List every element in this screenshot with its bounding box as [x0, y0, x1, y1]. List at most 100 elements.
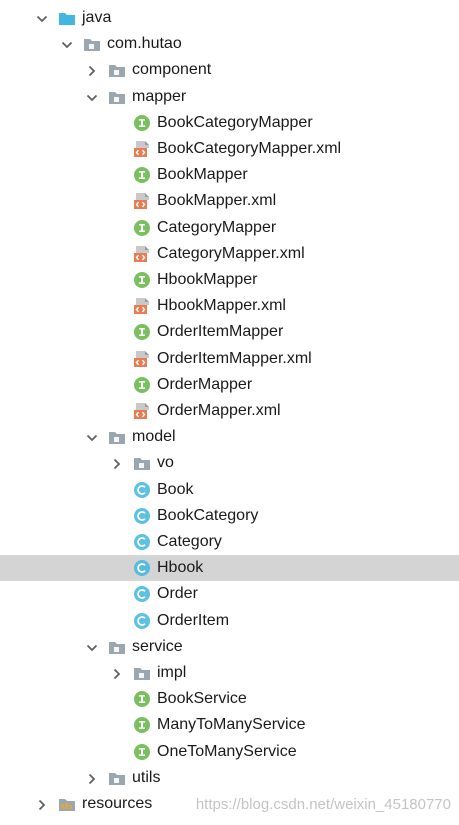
interface-icon [133, 690, 151, 708]
tree-node-label: HbookMapper [157, 271, 258, 288]
interface-icon [133, 271, 151, 289]
package-icon [133, 454, 151, 472]
interface-icon [133, 219, 151, 237]
chevron-right-icon[interactable] [111, 457, 123, 470]
package-icon [108, 428, 126, 446]
chevron-down-icon[interactable] [86, 431, 98, 443]
tree-node-label: BookService [157, 690, 247, 708]
tree-node-ordermapper-xml[interactable]: OrderMapper.xml [0, 398, 459, 424]
class-icon [133, 585, 151, 603]
class-icon [133, 612, 151, 630]
tree-node-label: Book [157, 480, 194, 498]
class-icon [133, 481, 151, 499]
tree-node-model[interactable]: model [0, 424, 459, 450]
tree-node-orderitemmapper[interactable]: OrderItemMapper [0, 319, 459, 345]
tree-node-utils[interactable]: utils [0, 765, 459, 791]
tree-node-order[interactable]: Order [0, 581, 459, 607]
tree-node-manytomanyservice[interactable]: ManyToManyService [0, 712, 459, 738]
tree-node-book[interactable]: Book [0, 477, 459, 503]
tree-node-category[interactable]: Category [0, 529, 459, 555]
xml-file-icon [133, 297, 151, 315]
tree-node-label: ManyToManyService [157, 716, 306, 734]
chevron-right-icon[interactable] [86, 772, 98, 784]
xml-file-icon [133, 192, 151, 210]
tree-node-label: utils [132, 768, 161, 786]
xml-file-icon [133, 402, 151, 420]
chevron-right-icon[interactable] [111, 667, 123, 680]
tree-node-label: BookMapper [157, 166, 248, 184]
xml-file-icon [133, 245, 151, 263]
tree-node-label: OneToManyService [157, 742, 297, 760]
package-icon [133, 664, 151, 682]
tree-node-label: model [132, 428, 176, 446]
tree-node-bookcategorymapper[interactable]: BookCategoryMapper [0, 110, 459, 136]
interface-icon [133, 323, 151, 341]
source-folder-icon [58, 9, 76, 27]
chevron-right-icon[interactable] [86, 64, 98, 77]
chevron-down-icon[interactable] [61, 38, 73, 50]
tree-node-hbook[interactable]: Hbook [0, 555, 459, 582]
tree-node-orderitemmapper-xml[interactable]: OrderItemMapper.xml [0, 346, 459, 372]
package-icon [108, 769, 126, 787]
chevron-down-icon[interactable] [86, 91, 98, 103]
resources-folder-icon [58, 795, 76, 813]
tree-node-label: vo [157, 454, 174, 472]
tree-node-bookcategorymapper-xml[interactable]: BookCategoryMapper.xml [0, 136, 459, 162]
package-icon [108, 638, 126, 656]
class-icon [133, 507, 151, 525]
tree-node-label: Order [157, 585, 198, 603]
chevron-right-icon[interactable] [36, 798, 48, 811]
tree-node-bookservice[interactable]: BookService [0, 686, 459, 712]
xml-file-icon [133, 140, 151, 158]
tree-node-label: impl [157, 664, 187, 681]
package-icon [108, 61, 126, 79]
tree-node-label: CategoryMapper [157, 218, 277, 236]
interface-icon [133, 166, 151, 184]
tree-node-label: BookMapper.xml [157, 192, 277, 210]
tree-node-hbookmapper[interactable]: HbookMapper [0, 267, 459, 293]
tree-node-label: resources [82, 795, 153, 812]
tree-node-mapper[interactable]: mapper [0, 84, 459, 110]
tree-node-label: BookCategoryMapper.xml [157, 140, 342, 157]
tree-node-orderitem[interactable]: OrderItem [0, 608, 459, 634]
tree-node-vo[interactable]: vo [0, 450, 459, 476]
watermark: https://blog.csdn.net/weixin_45180770 [195, 796, 451, 813]
tree-node-label: OrderItemMapper.xml [157, 349, 312, 367]
tree-node-bookmapper[interactable]: BookMapper [0, 162, 459, 188]
interface-icon [133, 716, 151, 734]
tree-node-label: com.hutao [107, 35, 182, 53]
tree-node-label: Category [157, 533, 222, 550]
tree-node-java[interactable]: java [0, 5, 459, 31]
interface-icon [133, 114, 151, 132]
package-icon [83, 35, 101, 53]
tree-node-label: OrderItemMapper [157, 323, 284, 341]
tree-node-component[interactable]: component [0, 57, 459, 83]
tree-node-label: service [132, 637, 183, 655]
tree-node-label: HbookMapper.xml [157, 297, 286, 315]
tree-node-label: java [82, 9, 112, 26]
tree-node-categorymapper[interactable]: CategoryMapper [0, 215, 459, 241]
tree-node-label: BookCategoryMapper [157, 113, 313, 131]
tree-node-ordermapper[interactable]: OrderMapper [0, 372, 459, 398]
class-icon [133, 559, 151, 577]
chevron-down-icon[interactable] [86, 641, 98, 653]
tree-node-hbookmapper-xml[interactable]: HbookMapper.xml [0, 293, 459, 319]
tree-node-label: component [132, 61, 212, 79]
tree-node-label: OrderMapper.xml [157, 402, 281, 419]
tree-node-label: OrderMapper [157, 375, 253, 393]
tree-node-service[interactable]: service [0, 634, 459, 660]
tree-node-label: BookCategory [157, 506, 259, 524]
interface-icon [133, 376, 151, 394]
tree-node-com-hutao[interactable]: com.hutao [0, 31, 459, 57]
interface-icon [133, 743, 151, 761]
tree-node-bookcategory[interactable]: BookCategory [0, 503, 459, 529]
tree-node-label: OrderItem [157, 611, 230, 629]
tree-node-bookmapper-xml[interactable]: BookMapper.xml [0, 188, 459, 214]
tree-node-categorymapper-xml[interactable]: CategoryMapper.xml [0, 241, 459, 267]
tree-node-label: Hbook [157, 559, 204, 577]
chevron-down-icon[interactable] [36, 12, 48, 24]
class-icon [133, 533, 151, 551]
package-icon [108, 88, 126, 106]
tree-node-impl[interactable]: impl [0, 660, 459, 686]
tree-node-onetomanyservice[interactable]: OneToManyService [0, 739, 459, 765]
